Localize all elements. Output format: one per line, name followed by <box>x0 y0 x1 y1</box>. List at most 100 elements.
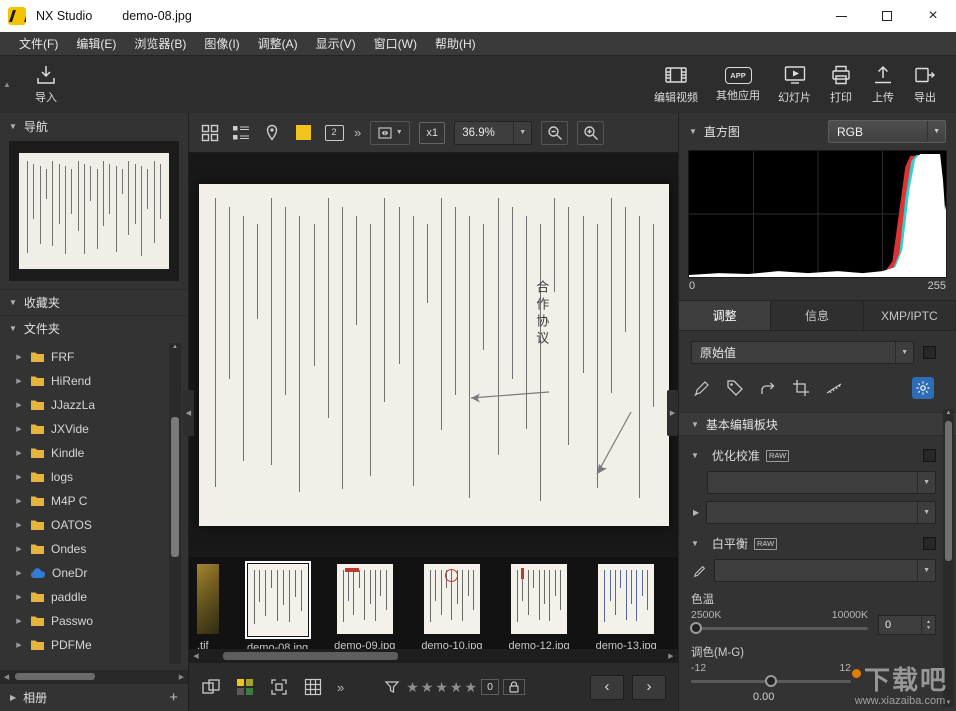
filmstrip-item[interactable]: .tif <box>197 564 221 649</box>
fullscreen-icon[interactable] <box>269 677 289 697</box>
expand-icon[interactable]: ▶ <box>14 473 24 481</box>
maximize-button[interactable] <box>864 0 910 32</box>
print-button[interactable]: 打印 <box>829 64 853 105</box>
filmstrip-item[interactable]: demo-09.jpg <box>334 564 395 649</box>
versions-icon[interactable] <box>759 379 777 397</box>
picture-control-header[interactable]: ▼ 优化校准 RAW <box>691 447 936 464</box>
star-icon[interactable]: ★ <box>406 680 419 694</box>
menu-item[interactable]: 帮助(H) <box>426 32 485 55</box>
star-icon[interactable]: ★ <box>421 680 434 694</box>
scrollbar-thumb[interactable] <box>15 673 95 680</box>
scrollbar-thumb[interactable] <box>171 417 179 557</box>
expand-icon[interactable]: ▶ <box>14 593 24 601</box>
zoom-out-button[interactable] <box>541 121 568 145</box>
folders-section-header[interactable]: ▼ 文件夹 <box>0 315 188 341</box>
filmstrip-item[interactable]: demo-13.jpg <box>596 564 657 649</box>
navigation-preview[interactable] <box>9 141 179 281</box>
folder-item[interactable]: ▶OATOS <box>6 513 188 537</box>
expand-icon[interactable]: ▶ <box>14 353 24 361</box>
next-image-button[interactable]: › <box>632 675 666 700</box>
scroll-right-icon[interactable]: ▶ <box>175 673 188 681</box>
thumbnail-image[interactable] <box>511 564 567 634</box>
thumbnail-image[interactable] <box>598 564 654 634</box>
more-tools-chevron[interactable]: » <box>337 680 344 695</box>
settings-gear-button[interactable] <box>912 377 934 399</box>
compare-two-view-icon[interactable]: 2 <box>323 122 345 144</box>
fit-to-screen-button[interactable]: ▼ <box>370 121 410 145</box>
minimize-button[interactable] <box>818 0 864 32</box>
image-view-active-icon[interactable] <box>292 122 314 144</box>
gray-point-sample-icon[interactable] <box>693 564 707 578</box>
scroll-left-icon[interactable]: ◀ <box>189 652 203 660</box>
expand-icon[interactable]: ▶ <box>14 401 24 409</box>
menu-item[interactable]: 显示(V) <box>307 32 365 55</box>
thumbnail-image[interactable] <box>337 564 393 634</box>
actual-pixels-button[interactable]: x1 <box>419 122 445 144</box>
collapse-left-panel-handle[interactable]: ◀ <box>183 390 194 436</box>
close-button[interactable]: × <box>910 0 956 32</box>
zoom-in-button[interactable] <box>577 121 604 145</box>
temperature-value-input[interactable]: 0 ▲▼ <box>878 615 936 635</box>
folder-item[interactable]: ▶JXVide <box>6 417 188 441</box>
preset-select[interactable]: 原始值 ▼ <box>691 341 914 364</box>
stepper-arrows[interactable]: ▲▼ <box>921 616 935 634</box>
thumbnail-grid-view-icon[interactable] <box>199 122 221 144</box>
folder-item[interactable]: ▶Passwo <box>6 609 188 633</box>
toolbar-collapse-icon[interactable]: ▲ <box>3 80 11 89</box>
picture-control-select[interactable]: ▼ <box>707 471 936 494</box>
tab-0[interactable]: 调整 <box>679 301 771 330</box>
filmstrip-scrollbar[interactable]: ◀ ▶ <box>189 649 678 663</box>
folder-item[interactable]: ▶JJazzLa <box>6 393 188 417</box>
expand-icon[interactable]: ▶ <box>14 449 24 457</box>
menu-item[interactable]: 浏览器(B) <box>125 32 195 55</box>
filmstrip-item[interactable]: demo-10.jpg <box>421 564 482 649</box>
app-logo-icon[interactable] <box>8 7 26 25</box>
menu-item[interactable]: 窗口(W) <box>365 32 426 55</box>
menu-item[interactable]: 调整(A) <box>249 32 307 55</box>
folder-item[interactable]: ▶FRF <box>6 345 188 369</box>
scrollbar-track[interactable] <box>203 649 664 663</box>
tab-2[interactable]: XMP/IPTC <box>864 301 956 330</box>
scroll-up-icon[interactable]: ▲ <box>169 344 181 350</box>
white-balance-header[interactable]: ▼ 白平衡 RAW <box>691 535 936 552</box>
basic-edit-section-header[interactable]: ▼ 基本编辑板块 <box>679 412 956 436</box>
expand-icon[interactable]: ▶ <box>14 521 24 529</box>
scrollbar-track[interactable] <box>13 670 175 683</box>
previous-image-button[interactable]: ‹ <box>590 675 624 700</box>
image-viewer[interactable]: 合作协议 <box>189 153 678 557</box>
scroll-right-icon[interactable]: ▶ <box>664 652 678 660</box>
menu-item[interactable]: 文件(F) <box>10 32 67 55</box>
scroll-left-icon[interactable]: ◀ <box>0 673 13 681</box>
menu-item[interactable]: 图像(I) <box>195 32 248 55</box>
upload-button[interactable]: 上传 <box>871 64 895 105</box>
expand-icon[interactable]: ▶ <box>14 569 24 577</box>
expand-icon[interactable]: ▶ <box>14 377 24 385</box>
folder-item[interactable]: ▶logs <box>6 465 188 489</box>
zoom-level-select[interactable]: 36.9% ▼ <box>454 121 532 145</box>
folder-item[interactable]: ▶PDFMe <box>6 633 188 657</box>
histogram-header[interactable]: ▼ 直方图 RGB ▼ <box>679 113 956 150</box>
folders-horizontal-scrollbar[interactable]: ◀ ▶ <box>0 670 188 683</box>
edit-video-button[interactable]: 编辑视频 <box>654 64 698 105</box>
white-balance-select[interactable]: ▼ <box>714 559 936 582</box>
folder-item[interactable]: ▶paddle <box>6 585 188 609</box>
histogram-channel-select[interactable]: RGB ▼ <box>828 120 946 143</box>
star-icon[interactable]: ★ <box>435 680 448 694</box>
right-panel-scrollbar[interactable]: ▲ ▼ <box>943 409 954 707</box>
star-icon[interactable]: ★ <box>450 680 463 694</box>
tint-slider[interactable] <box>691 674 851 688</box>
tag-icon[interactable] <box>726 379 744 397</box>
preset-checkbox[interactable] <box>923 346 936 359</box>
retouch-brush-icon[interactable] <box>693 379 711 397</box>
thumbnail-image[interactable] <box>248 564 308 636</box>
thumbnail-image[interactable] <box>197 564 219 634</box>
favorites-section-header[interactable]: ▼ 收藏夹 <box>0 289 188 315</box>
menu-item[interactable]: 编辑(E) <box>67 32 125 55</box>
grid-view-icon[interactable] <box>303 677 323 697</box>
expand-icon[interactable]: ▶ <box>14 425 24 433</box>
filter-icon[interactable] <box>382 677 402 697</box>
expand-icon[interactable]: ▶ <box>14 641 24 649</box>
collapse-right-panel-handle[interactable]: ▶ <box>667 390 678 436</box>
folders-vertical-scrollbar[interactable]: ▲ <box>169 343 181 664</box>
star-icon[interactable]: ★ <box>464 680 477 694</box>
